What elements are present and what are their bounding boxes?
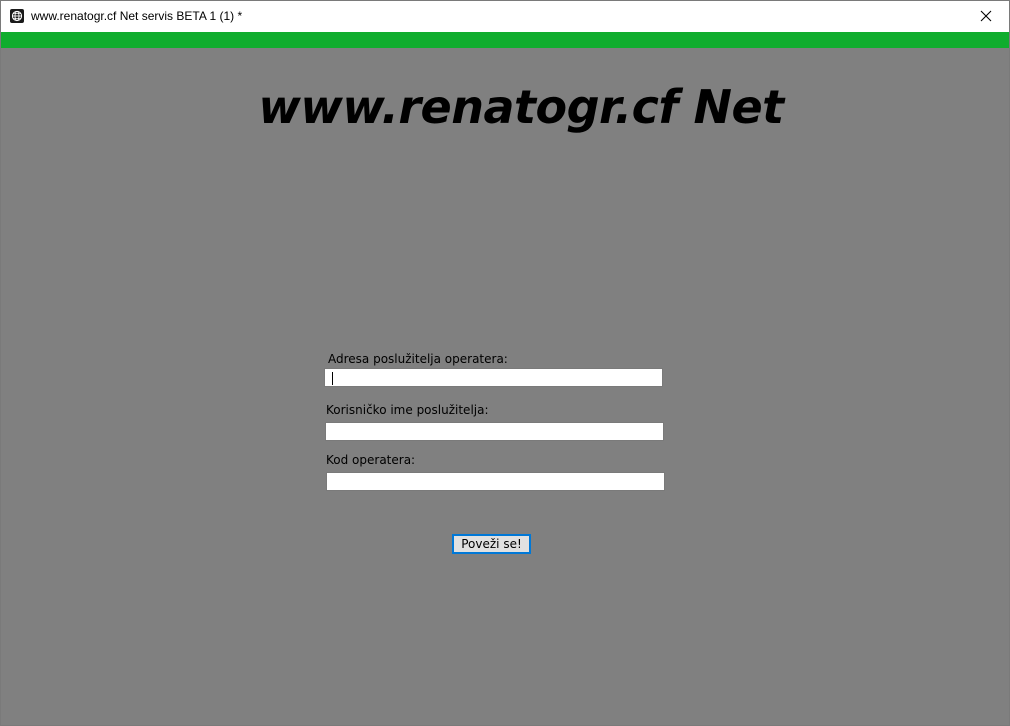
server-username-input[interactable] [325, 422, 664, 441]
globe-app-icon [10, 9, 24, 23]
page-heading: www.renatogr.cf Net [258, 80, 784, 134]
accent-bar [1, 32, 1009, 48]
server-address-label: Adresa poslužitelja operatera: [328, 352, 508, 366]
connect-button[interactable]: Poveži se! [452, 534, 531, 554]
text-caret [332, 372, 333, 385]
operator-code-label: Kod operatera: [326, 453, 416, 467]
close-button[interactable] [963, 1, 1009, 32]
title-bar: www.renatogr.cf Net servis BETA 1 (1) * [1, 1, 1009, 32]
main-panel: www.renatogr.cf Net Adresa poslužitelja … [1, 48, 1009, 725]
window-title: www.renatogr.cf Net servis BETA 1 (1) * [31, 9, 243, 23]
close-icon [980, 10, 992, 22]
server-username-label: Korisničko ime poslužitelja: [326, 403, 489, 417]
server-address-input[interactable] [324, 368, 663, 387]
operator-code-input[interactable] [326, 472, 665, 491]
app-window: www.renatogr.cf Net servis BETA 1 (1) * … [0, 0, 1010, 726]
